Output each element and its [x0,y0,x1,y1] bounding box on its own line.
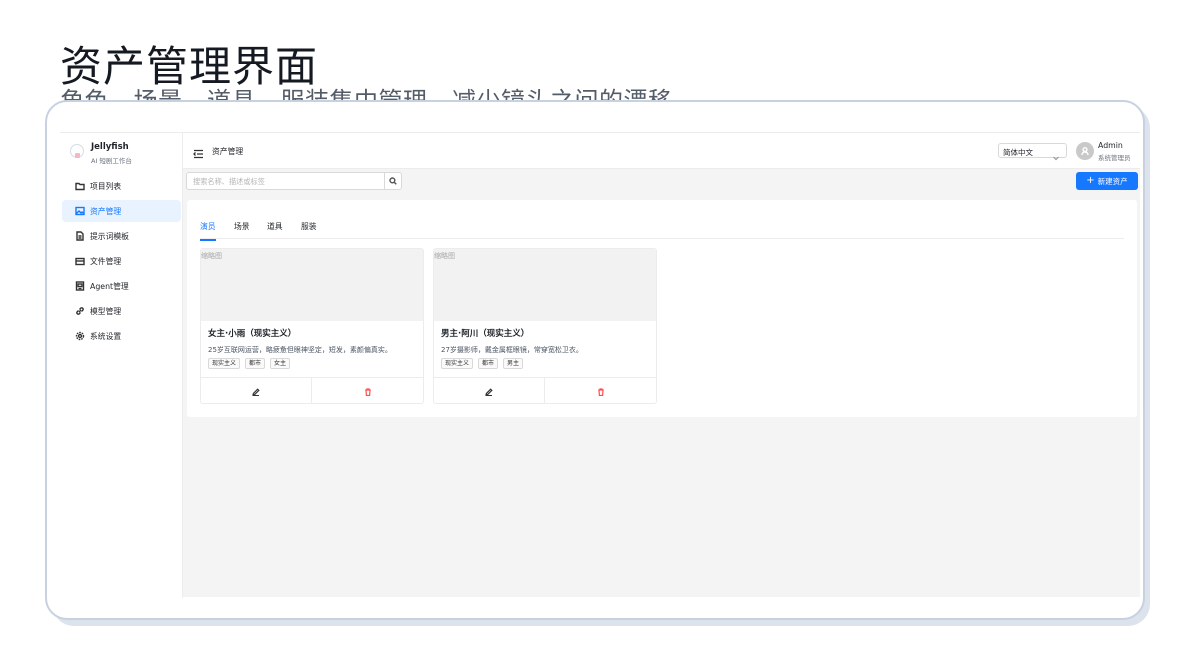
edit-icon [252,387,260,396]
sidebar: Jellyfish AI 短剧工作台 项目列表 资产管理 提示词模板 文件管理 … [60,133,183,598]
menu-fold-icon[interactable] [193,144,204,159]
tag: 男主 [503,358,524,369]
new-asset-button[interactable]: + 新建资产 [1076,172,1138,190]
tab-costumes[interactable]: 服装 [301,221,317,239]
asset-thumbnail: 缩略图 [201,249,423,321]
sidebar-item-label: 提示词模板 [90,231,129,241]
sidebar-item-assets[interactable]: 资产管理 [62,200,181,222]
jellyfish-logo-icon [70,144,84,158]
asset-card[interactable]: 缩略图 女主·小雨（现实主义） 25岁互联网运营，略疲惫但眼神坚定，短发，素颜偏… [200,248,424,404]
sidebar-item-files[interactable]: 文件管理 [62,250,181,272]
asset-description: 25岁互联网运营，略疲惫但眼神坚定，短发，素颜偏真实。 [208,346,392,354]
top-bar: 资产管理 简体中文 Admin 系统管理员 [183,133,1140,169]
asset-type-tabs: 演员 场景 道具 服装 [200,217,1124,241]
delete-button[interactable] [312,378,423,403]
new-asset-button-label: 新建资产 [1097,176,1128,186]
sidebar-item-label: 项目列表 [90,181,122,191]
edit-button[interactable] [434,378,545,403]
gear-icon [75,331,85,341]
trash-icon [597,387,604,396]
asset-card[interactable]: 缩略图 男主·阿川（现实主义） 27岁摄影师，戴金属框眼镜，常穿宽松卫衣。 现实… [433,248,657,404]
edit-icon [485,387,493,396]
sidebar-item-models[interactable]: 模型管理 [62,300,181,322]
search-button[interactable] [384,173,401,189]
robot-icon [75,281,85,291]
avatar[interactable] [1076,142,1094,160]
tag: 现实主义 [208,358,241,369]
link-icon [75,306,85,316]
search-box [186,172,402,190]
sidebar-item-label: Agent管理 [90,281,129,291]
thumbnail-label: 缩略图 [201,252,222,260]
asset-tags: 现实主义 都市 男主 [441,358,524,369]
user-name[interactable]: Admin [1098,141,1123,150]
edit-button[interactable] [201,378,312,403]
chevron-down-icon [1052,147,1060,161]
delete-button[interactable] [545,378,656,403]
thumbnail-label: 缩略图 [434,252,455,260]
asset-description: 27岁摄影师，戴金属框眼镜，常穿宽松卫衣。 [441,346,583,354]
card-actions [434,377,656,403]
app-window: Jellyfish AI 短剧工作台 项目列表 资产管理 提示词模板 文件管理 … [60,132,1140,598]
tab-actors[interactable]: 演员 [200,221,216,241]
tab-props[interactable]: 道具 [267,221,283,239]
brand-subtitle: AI 短剧工作台 [91,157,132,165]
tag: 现实主义 [441,358,474,369]
image-icon [75,206,85,216]
sidebar-item-prompt-templates[interactable]: 提示词模板 [62,225,181,247]
tab-scenes[interactable]: 场景 [234,221,250,239]
asset-tags: 现实主义 都市 女主 [208,358,291,369]
sidebar-item-label: 文件管理 [90,256,122,266]
trash-icon [364,387,371,396]
sidebar-item-settings[interactable]: 系统设置 [62,325,181,347]
sidebar-item-agents[interactable]: Agent管理 [62,275,181,297]
asset-title: 女主·小雨（现实主义） [208,329,297,339]
archive-icon [75,256,85,266]
card-actions [201,377,423,403]
asset-panel: 演员 场景 道具 服装 缩略图 女主·小雨（现实主义） 25岁互联网运营，略疲惫… [187,200,1137,417]
plus-icon: + [1086,174,1095,186]
folder-icon [75,181,85,191]
search-icon [389,177,397,185]
sidebar-item-projects[interactable]: 项目列表 [62,175,181,197]
sidebar-item-label: 系统设置 [90,331,122,341]
sidebar-item-label: 资产管理 [90,206,122,216]
breadcrumb: 资产管理 [212,147,244,156]
sidebar-nav: 项目列表 资产管理 提示词模板 文件管理 Agent管理 模型管理 系统设置 [62,175,181,350]
asset-title: 男主·阿川（现实主义） [441,329,530,339]
asset-thumbnail: 缩略图 [434,249,656,321]
tag: 都市 [478,358,499,369]
document-icon [75,231,85,241]
language-select-value: 简体中文 [1003,147,1033,157]
search-input[interactable] [187,173,385,189]
tag: 都市 [245,358,266,369]
user-role: 系统管理员 [1098,154,1131,162]
tag: 女主 [270,358,291,369]
language-select[interactable]: 简体中文 [998,143,1067,161]
brand-name: Jellyfish [91,142,129,152]
user-icon [1081,146,1089,156]
sidebar-item-label: 模型管理 [90,306,122,316]
